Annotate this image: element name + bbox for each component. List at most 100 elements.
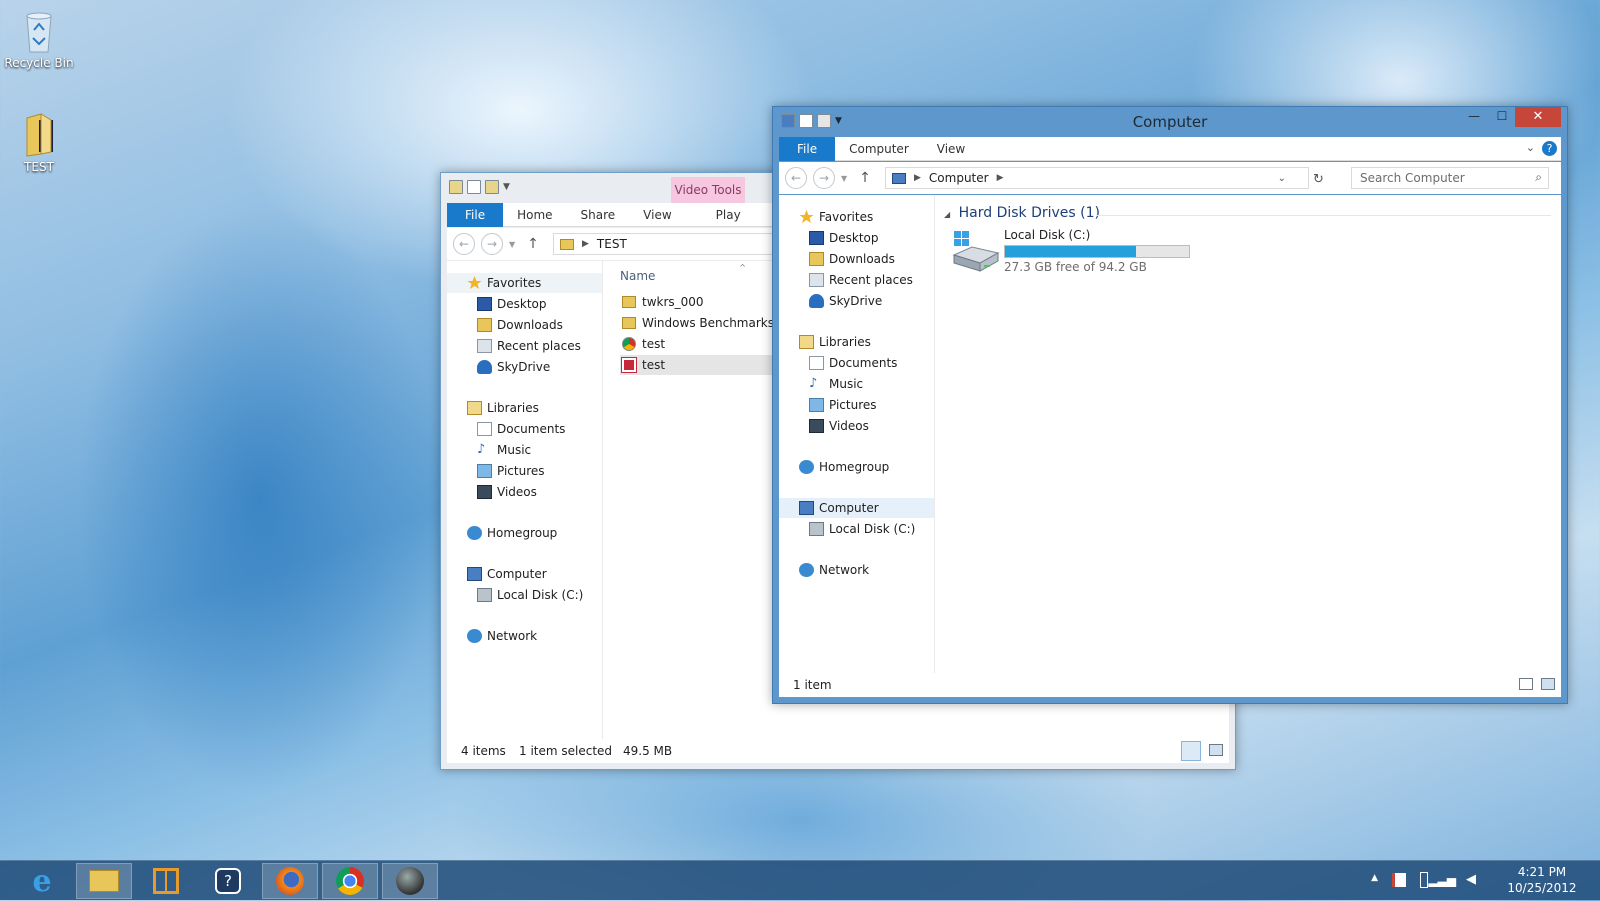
action-center-flag-icon[interactable] xyxy=(1392,873,1406,887)
nav-skydrive[interactable]: SkyDrive xyxy=(779,291,934,311)
nav-homegroup[interactable]: Homegroup xyxy=(779,457,934,477)
back-button[interactable]: ← xyxy=(453,233,475,255)
taskbar-file-explorer[interactable] xyxy=(76,863,132,899)
drives-view: ◢ Hard Disk Drives (1) Local Disk (C:) 2… xyxy=(936,195,1561,673)
nav-recent-places[interactable]: Recent places xyxy=(447,336,602,356)
nav-skydrive[interactable]: SkyDrive xyxy=(447,357,602,377)
star-icon xyxy=(467,276,482,289)
taskbar-chrome[interactable] xyxy=(322,863,378,899)
tab-view[interactable]: View xyxy=(923,137,979,161)
breadcrumb-separator-icon: ▶ xyxy=(582,239,589,249)
tab-view[interactable]: View xyxy=(629,203,685,227)
nav-local-disk[interactable]: Local Disk (C:) xyxy=(447,585,602,605)
recent-locations-icon[interactable]: ▼ xyxy=(841,174,847,183)
nav-pictures[interactable]: Pictures xyxy=(779,395,934,415)
skydrive-icon xyxy=(809,294,824,308)
large-icons-view-button[interactable] xyxy=(1209,744,1223,756)
videos-icon xyxy=(477,485,492,499)
search-input[interactable]: Search Computer ⌕ xyxy=(1351,167,1549,189)
tab-play[interactable]: Play xyxy=(702,203,755,227)
address-bar[interactable]: ▶ Computer ▶ ⌄ xyxy=(885,167,1309,189)
nav-desktop[interactable]: Desktop xyxy=(779,228,934,248)
show-hidden-icons-button[interactable]: ▲ xyxy=(1371,873,1378,883)
up-button[interactable]: ↑ xyxy=(859,170,871,186)
address-dropdown-icon[interactable]: ⌄ xyxy=(1278,173,1286,184)
sort-ascending-icon: ^ xyxy=(739,263,746,272)
taskbar-internet-explorer[interactable]: e xyxy=(14,863,70,899)
help-icon[interactable]: ? xyxy=(1542,141,1557,156)
chevron-down-icon[interactable]: ▼ xyxy=(503,182,510,192)
tab-computer[interactable]: Computer xyxy=(835,137,923,161)
forward-button[interactable]: → xyxy=(813,167,835,189)
nav-downloads[interactable]: Downloads xyxy=(779,249,934,269)
nav-music[interactable]: ♪ Music xyxy=(779,374,934,394)
taskbar-firefox[interactable] xyxy=(262,863,318,899)
folder-icon xyxy=(622,296,636,308)
folder-small-icon[interactable] xyxy=(449,180,463,194)
collapse-icon: ◢ xyxy=(944,210,951,219)
downloads-icon xyxy=(477,318,492,332)
properties-icon[interactable] xyxy=(467,180,481,194)
tab-home[interactable]: Home xyxy=(503,203,566,227)
drive-tile-local-disk[interactable]: Local Disk (C:) 27.3 GB free of 94.2 GB xyxy=(950,228,1230,279)
forward-button[interactable]: → xyxy=(481,233,503,255)
nav-pictures[interactable]: Pictures xyxy=(447,461,602,481)
nav-network[interactable]: Network xyxy=(779,560,934,580)
recycle-bin-icon xyxy=(19,8,59,54)
volume-icon[interactable]: ◀ xyxy=(1466,872,1476,887)
new-folder-icon[interactable] xyxy=(485,180,499,194)
battery-icon[interactable] xyxy=(1420,872,1428,888)
taskbar-media[interactable] xyxy=(382,863,438,899)
large-icons-view-button[interactable] xyxy=(1541,678,1555,690)
selection-size: 49.5 MB xyxy=(623,744,673,758)
details-view-button[interactable] xyxy=(1519,678,1533,690)
back-button[interactable]: ← xyxy=(785,167,807,189)
desktop-icon xyxy=(477,297,492,311)
tab-share[interactable]: Share xyxy=(567,203,630,227)
nav-desktop[interactable]: Desktop xyxy=(447,294,602,314)
recent-locations-icon[interactable]: ▼ xyxy=(509,240,515,249)
close-button[interactable]: ✕ xyxy=(1515,107,1561,127)
nav-homegroup[interactable]: Homegroup xyxy=(447,523,602,543)
libraries-icon xyxy=(467,401,482,415)
desktop-icon-test-folder[interactable]: TEST xyxy=(2,112,76,174)
breadcrumb-test[interactable]: TEST xyxy=(597,237,627,251)
up-button[interactable]: ↑ xyxy=(527,236,539,252)
desktop-icon-label: Recycle Bin xyxy=(4,56,74,70)
column-header-name[interactable]: Name ^ xyxy=(620,263,760,283)
nav-videos[interactable]: Videos xyxy=(779,416,934,436)
desktop-icon-recycle-bin[interactable]: Recycle Bin xyxy=(2,8,76,70)
minimize-button[interactable]: — xyxy=(1461,109,1487,129)
nav-videos[interactable]: Videos xyxy=(447,482,602,502)
nav-documents[interactable]: Documents xyxy=(447,419,602,439)
network-signal-icon[interactable]: ▂▃▅ xyxy=(1428,873,1456,887)
tab-file[interactable]: File xyxy=(447,203,504,227)
taskbar-app[interactable] xyxy=(138,863,194,899)
maximize-button[interactable]: ☐ xyxy=(1489,109,1515,129)
nav-documents[interactable]: Documents xyxy=(779,353,934,373)
nav-computer[interactable]: Computer xyxy=(447,564,602,584)
nav-network[interactable]: Network xyxy=(447,626,602,646)
nav-favorites[interactable]: Favorites xyxy=(779,207,934,227)
group-header-hard-disk-drives[interactable]: ◢ Hard Disk Drives (1) xyxy=(944,205,1100,221)
expand-ribbon-icon[interactable]: ⌄ xyxy=(1526,141,1535,154)
breadcrumb-separator-icon: ▶ xyxy=(914,173,921,183)
tab-file[interactable]: File xyxy=(779,137,836,161)
clock-time: 4:21 PM xyxy=(1517,865,1567,879)
nav-recent-places[interactable]: Recent places xyxy=(779,270,934,290)
drive-icon xyxy=(809,522,824,536)
breadcrumb-computer[interactable]: Computer xyxy=(929,171,989,185)
refresh-button[interactable]: ↻ xyxy=(1313,172,1324,187)
nav-favorites[interactable]: Favorites xyxy=(447,273,602,293)
quick-access-toolbar: ▼ xyxy=(449,180,510,194)
nav-libraries[interactable]: Libraries xyxy=(779,332,934,352)
nav-computer[interactable]: Computer xyxy=(779,498,934,518)
taskbar-help[interactable]: ? xyxy=(200,863,256,899)
nav-libraries[interactable]: Libraries xyxy=(447,398,602,418)
details-view-button[interactable] xyxy=(1181,741,1201,761)
nav-music[interactable]: ♪ Music xyxy=(447,440,602,460)
nav-downloads[interactable]: Downloads xyxy=(447,315,602,335)
nav-local-disk[interactable]: Local Disk (C:) xyxy=(779,519,934,539)
clock[interactable]: 4:21 PM 10/25/2012 xyxy=(1492,864,1592,896)
taskbar: e ? ▲ ▂▃▅ ◀ 4:21 PM 10/25/2012 xyxy=(0,860,1600,900)
